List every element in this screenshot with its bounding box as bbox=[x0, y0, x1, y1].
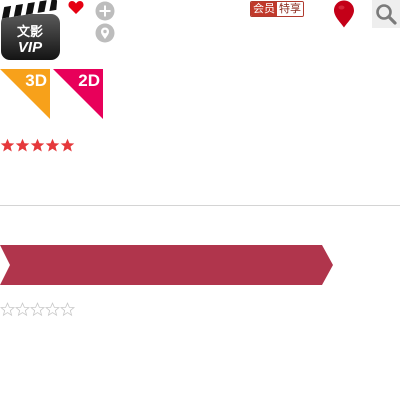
plus-circle-icon[interactable] bbox=[95, 1, 115, 21]
logo-line1: 文影 bbox=[17, 24, 43, 40]
star-outline-icon bbox=[30, 302, 45, 317]
rating-stars bbox=[0, 138, 75, 153]
format-3d-button[interactable]: 3D bbox=[0, 69, 50, 119]
star-icon bbox=[15, 138, 30, 152]
location-marker-icon[interactable] bbox=[333, 0, 355, 28]
star-icon bbox=[60, 138, 75, 152]
member-badge[interactable]: 会员 特享 bbox=[250, 1, 304, 17]
empty-rating-stars bbox=[0, 302, 75, 317]
map-pin-icon[interactable] bbox=[95, 23, 115, 43]
star-outline-icon bbox=[60, 302, 75, 317]
divider bbox=[0, 205, 400, 206]
format-2d-label: 2D bbox=[78, 71, 100, 90]
movie-page: 文影 VIP 会员 特享 3D 2D bbox=[0, 0, 400, 400]
clapperboard-icon: 文影 VIP bbox=[1, 0, 60, 60]
search-button[interactable] bbox=[372, 0, 400, 28]
format-3d-label: 3D bbox=[25, 71, 47, 90]
member-badge-label: 会员 bbox=[251, 2, 277, 16]
app-logo[interactable]: 文影 VIP bbox=[0, 0, 61, 61]
logo-line2: VIP bbox=[18, 39, 43, 56]
star-icon bbox=[0, 138, 15, 152]
search-icon bbox=[376, 4, 397, 25]
banner-ribbon[interactable] bbox=[0, 245, 333, 285]
star-icon bbox=[30, 138, 45, 152]
star-icon bbox=[45, 138, 60, 152]
heart-icon[interactable] bbox=[68, 0, 84, 15]
star-outline-icon bbox=[45, 302, 60, 317]
member-badge-label-2: 特享 bbox=[277, 2, 303, 16]
format-2d-button[interactable]: 2D bbox=[53, 69, 103, 119]
star-outline-icon bbox=[15, 302, 30, 317]
star-outline-icon bbox=[0, 302, 15, 317]
